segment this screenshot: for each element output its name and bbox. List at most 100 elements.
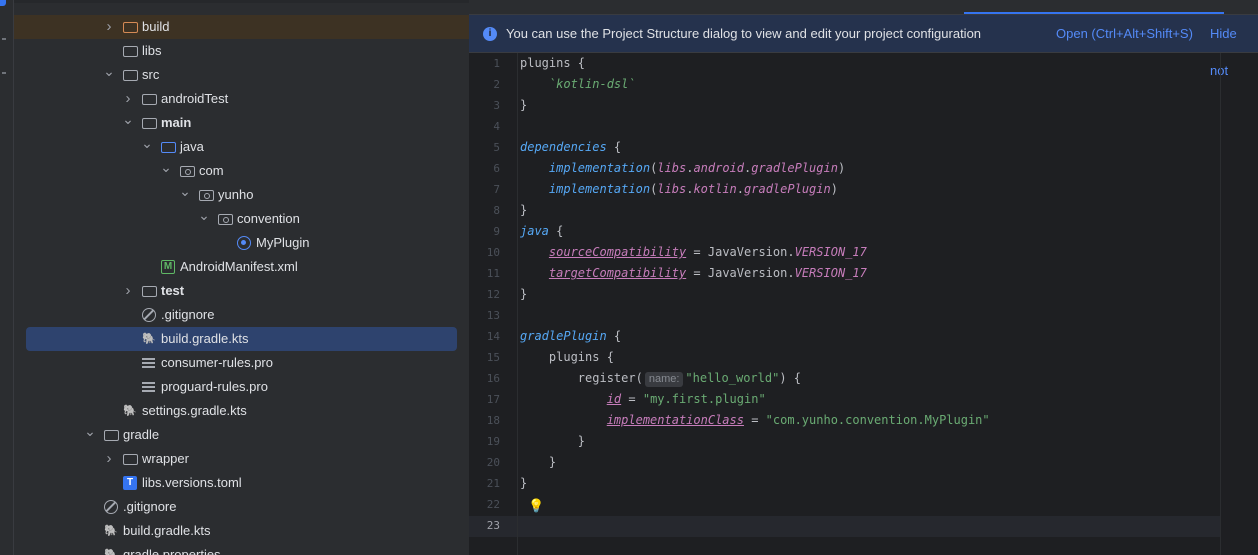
code-token: targetCompatibility: [548, 266, 687, 280]
tree-item[interactable]: 🐘 gradle.properties: [14, 543, 469, 555]
package-icon: [180, 166, 195, 177]
tree-item-label: yunho: [218, 187, 254, 202]
chevron-down-icon[interactable]: ⌄: [179, 183, 191, 207]
tree-item[interactable]: proguard-rules.pro: [14, 375, 469, 399]
folder-blue-icon: [161, 142, 176, 153]
code-token: JavaVersion: [707, 245, 788, 259]
tree-item-label: .gitignore: [123, 499, 177, 514]
line-number: 22: [486, 498, 500, 511]
tree-item[interactable]: Tlibs.versions.toml: [14, 471, 469, 495]
chevron-down-icon[interactable]: ⌄: [84, 423, 96, 447]
banner-message: You can use the Project Structure dialog…: [506, 26, 982, 41]
kotlin-class-icon: [237, 236, 251, 250]
editor-tabs: [469, 0, 1258, 15]
tree-item-label: MyPlugin: [256, 235, 310, 250]
lightbulb-icon[interactable]: 💡: [528, 499, 544, 513]
tree-item[interactable]: › wrapper: [14, 447, 469, 471]
project-tool-icon[interactable]: [0, 0, 6, 6]
tree-item-label: libs.versions.toml: [142, 475, 242, 490]
package-icon: [218, 214, 233, 225]
tree-item[interactable]: M AndroidManifest.xml: [14, 255, 469, 279]
tree-item[interactable]: consumer-rules.pro: [14, 351, 469, 375]
chevron-down-icon[interactable]: ⌄: [198, 207, 210, 231]
tree-item-label: java: [180, 139, 204, 154]
parameter-hint: name:: [644, 372, 684, 387]
tree-item[interactable]: .gitignore: [14, 303, 469, 327]
tree-item[interactable]: › build: [14, 15, 469, 39]
chevron-right-icon[interactable]: ›: [103, 447, 115, 471]
code-token: dependencies: [520, 140, 607, 154]
open-project-structure-link[interactable]: Open (Ctrl+Alt+Shift+S): [1056, 15, 1193, 52]
chevron-down-icon[interactable]: ⌄: [122, 111, 134, 135]
line-number: 4: [493, 120, 500, 133]
tree-item-label: build.gradle.kts: [161, 331, 249, 346]
tree-item[interactable]: 🐘 build.gradle.kts: [26, 327, 457, 351]
tree-item-label: main: [161, 115, 192, 130]
line-number-gutter[interactable]: 1 2 3 4 5 6 7 8 9 10 11 12 13 14 15 16 17 18 19 20 21 22 23: [469, 53, 518, 555]
tree-item[interactable]: 🐘 settings.gradle.kts: [14, 399, 469, 423]
active-tab-indicator[interactable]: [964, 12, 1224, 14]
code-token: implementationClass: [606, 413, 744, 427]
line-number: 8: [493, 204, 500, 217]
code-token: gradlePlugin: [520, 329, 607, 343]
code-line-18: implementationClass = "com.yunho.convent…: [606, 413, 990, 427]
tree-item[interactable]: 🐘 build.gradle.kts: [14, 519, 469, 543]
code-area[interactable]: plugins { `kotlin-dsl` } dependencies { …: [520, 53, 1220, 555]
code-line-7: implementation(libs.kotlin.gradlePlugin): [548, 182, 838, 196]
code-token: id: [606, 392, 622, 406]
code-token: android: [693, 161, 745, 175]
right-margin-guide: [1220, 53, 1221, 555]
source-folder-icon: [142, 118, 157, 129]
code-line-2: `kotlin-dsl`: [520, 74, 636, 95]
chevron-down-icon[interactable]: ⌄: [103, 63, 115, 87]
chevron-right-icon[interactable]: ›: [122, 87, 134, 111]
chevron-down-icon[interactable]: ⌄: [160, 159, 172, 183]
code-line-19: }: [520, 434, 586, 448]
line-number: 18: [486, 414, 500, 427]
tree-item[interactable]: ⌄ src: [14, 63, 469, 87]
code-line-8: }: [520, 203, 528, 217]
code-token: register: [577, 371, 636, 385]
tree-item[interactable]: ⌄ main: [14, 111, 469, 135]
code-line-16: register(name: "hello_world") {: [577, 371, 802, 387]
line-number: 10: [486, 246, 500, 259]
code-line-12: }: [520, 287, 528, 301]
tree-item[interactable]: › androidTest: [14, 87, 469, 111]
code-token: libs: [657, 161, 687, 175]
tree-item-label: androidTest: [161, 91, 229, 106]
info-banner: i You can use the Project Structure dial…: [469, 15, 1258, 78]
tree-item-label: test: [161, 283, 185, 298]
tree-item[interactable]: ⌄ com: [14, 159, 469, 183]
tree-item-label: wrapper: [142, 451, 189, 466]
tree-item[interactable]: .gitignore: [14, 495, 469, 519]
tree-item[interactable]: ⌄ java: [14, 135, 469, 159]
code-token: sourceCompatibility: [548, 245, 687, 259]
chevron-down-icon[interactable]: ⌄: [141, 135, 153, 159]
tree-item[interactable]: › test: [14, 279, 469, 303]
tree-item[interactable]: ⌄ convention: [14, 207, 469, 231]
tree-item-label: com: [199, 163, 224, 178]
tree-item-label: src: [142, 67, 160, 82]
line-number: 14: [486, 330, 500, 343]
chevron-right-icon[interactable]: ›: [103, 15, 115, 39]
line-number: 7: [493, 183, 500, 196]
tree-item[interactable]: ⌄ gradle: [14, 423, 469, 447]
tree-item-label: convention: [237, 211, 300, 226]
code-token: "hello_world": [685, 371, 780, 385]
code-line-21: }: [520, 476, 528, 490]
tree-item-label: settings.gradle.kts: [142, 403, 247, 418]
folder-orange-icon: [123, 22, 138, 33]
tree-item-label: build.gradle.kts: [123, 523, 211, 538]
tree-item[interactable]: libs: [14, 39, 469, 63]
tree-item[interactable]: MyPlugin: [14, 231, 469, 255]
tree-item[interactable]: ⌄ yunho: [14, 183, 469, 207]
code-token: gradlePlugin: [744, 182, 831, 196]
chevron-right-icon[interactable]: ›: [122, 279, 134, 303]
line-number: 17: [486, 393, 500, 406]
code-line-9: java {: [520, 224, 564, 238]
tool-window-strip: [0, 0, 14, 555]
code-token: implementation: [548, 182, 651, 196]
line-number: 9: [493, 225, 500, 238]
tool-marker: [2, 38, 6, 40]
line-number: 21: [486, 477, 500, 490]
